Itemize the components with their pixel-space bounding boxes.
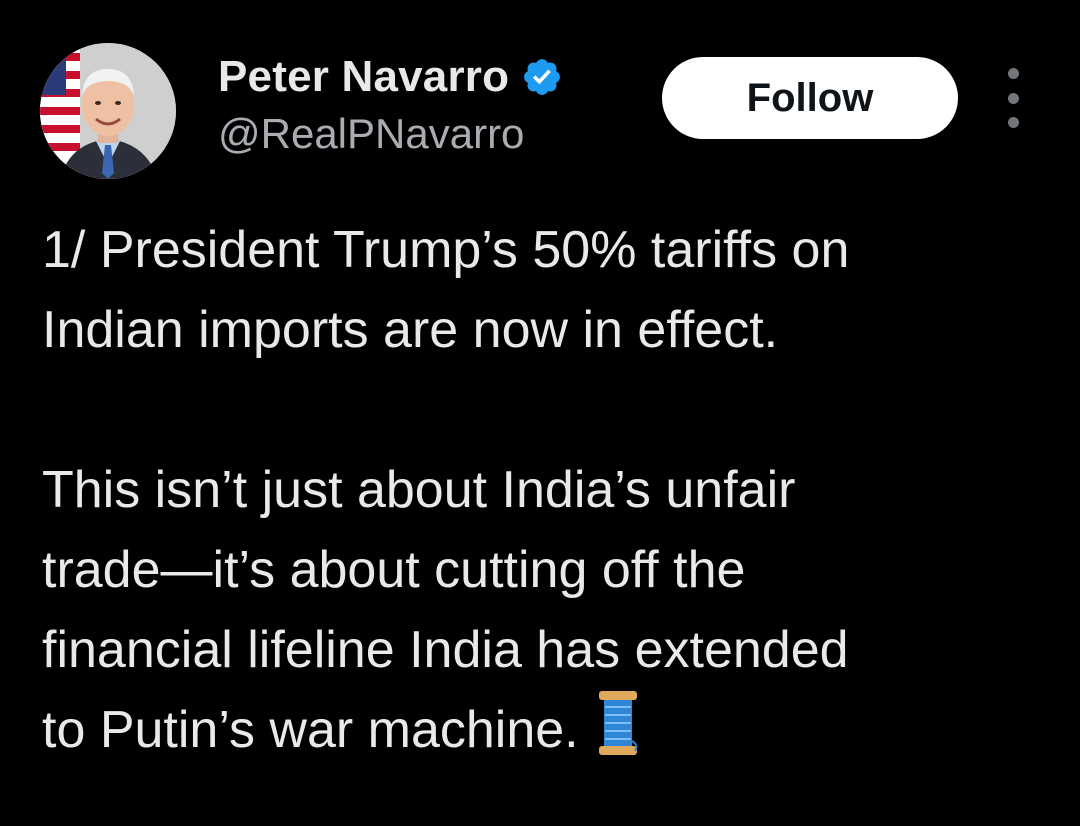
more-vertical-icon-dot — [1007, 92, 1019, 104]
tweet-text: 1/ President Trump’s 50% tariffs on Indi… — [42, 210, 1062, 770]
author-display-name[interactable]: Peter Navarro — [218, 52, 509, 102]
more-vertical-icon-dot — [1007, 117, 1019, 128]
avatar-photo-icon — [40, 43, 176, 179]
tweet-paragraph-1: 1/ President Trump’s 50% tariffs on Indi… — [42, 221, 850, 359]
follow-button-label: Follow — [746, 75, 874, 120]
tweet-card: Peter Navarro @RealPNavarro Follow 1/ Pr… — [0, 0, 1080, 826]
follow-button[interactable]: Follow — [662, 57, 958, 139]
tweet-paragraph-2: This isn’t just about India’s unfair tra… — [42, 461, 849, 759]
more-vertical-icon — [1007, 68, 1019, 79]
avatar[interactable] — [40, 43, 176, 179]
spool-of-thread-emoji-icon — [595, 691, 641, 755]
author-name-row: Peter Navarro — [218, 50, 563, 104]
more-options-button[interactable] — [996, 68, 1030, 128]
tweet-paragraph-2-wrapper: This isn’t just about India’s unfair tra… — [42, 450, 1062, 770]
author-handle[interactable]: @RealPNavarro — [218, 110, 524, 158]
verified-badge-icon[interactable] — [521, 56, 563, 98]
